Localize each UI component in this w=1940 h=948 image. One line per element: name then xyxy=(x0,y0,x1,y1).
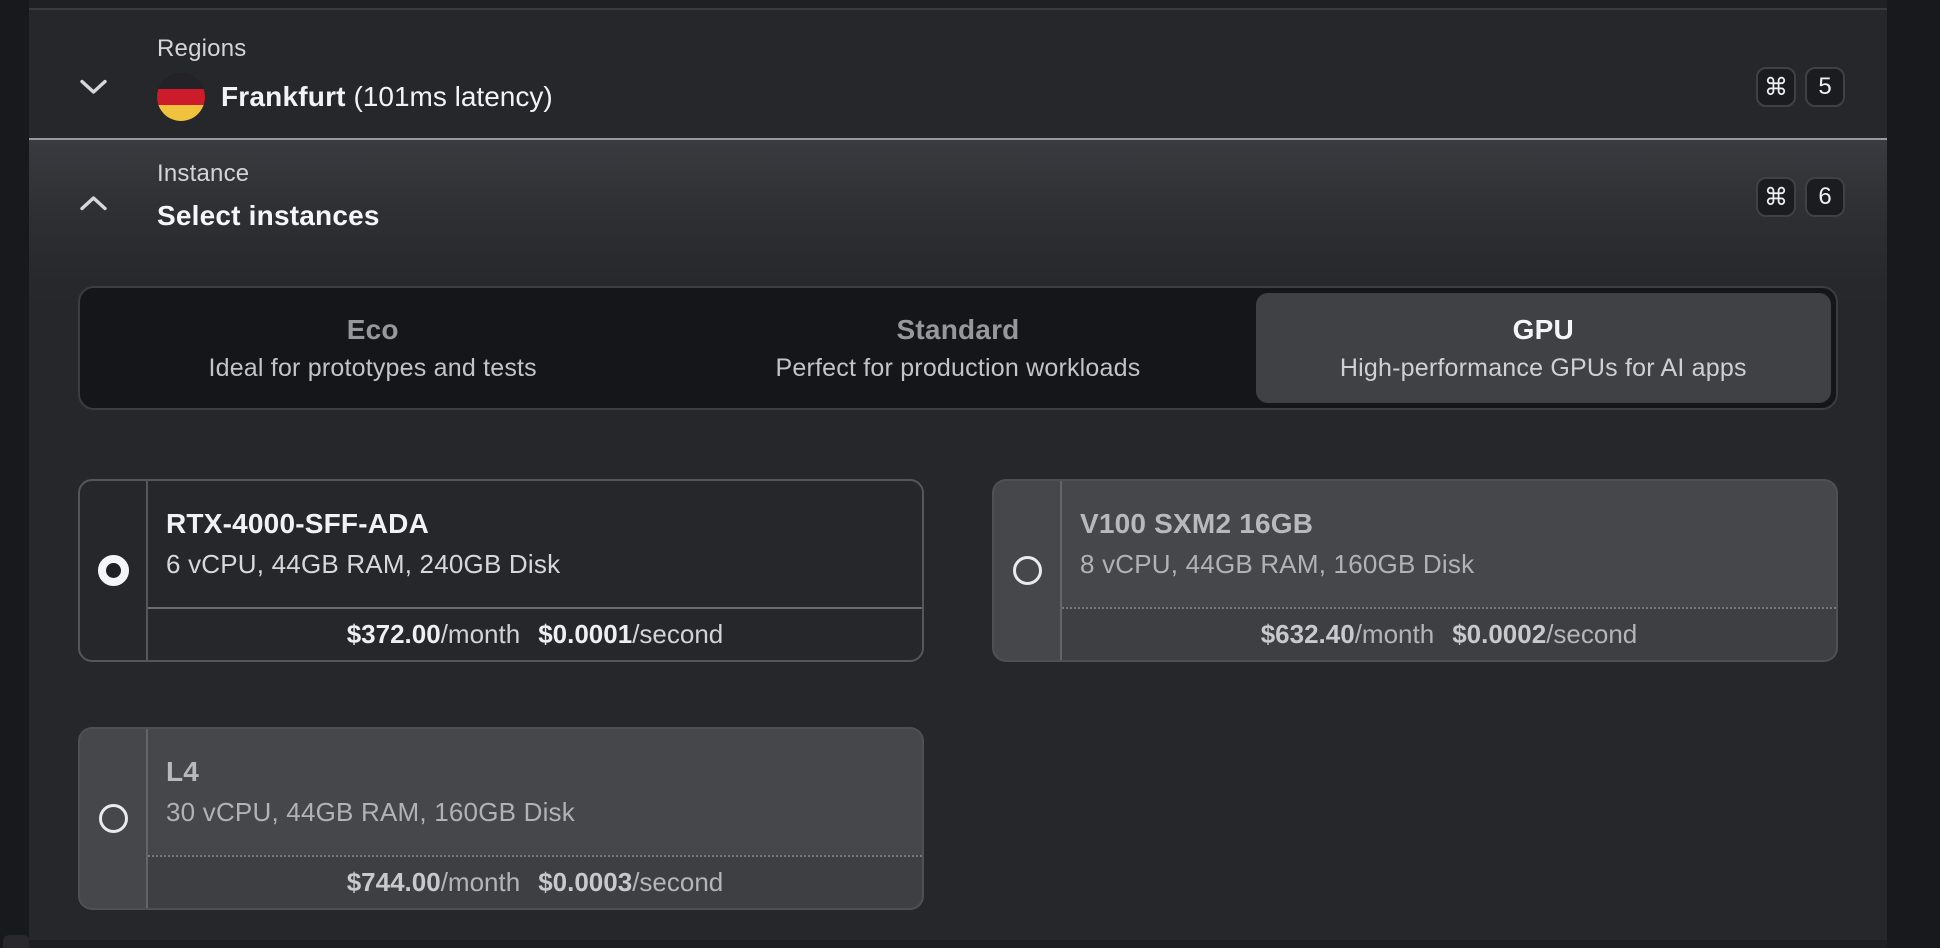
previous-section-edge xyxy=(29,0,1887,10)
per-second-price: $0.0003/second xyxy=(538,867,723,898)
shortcut-number-key: 6 xyxy=(1805,177,1845,217)
monthly-price: $372.00/month xyxy=(347,619,520,650)
radio-column xyxy=(994,481,1060,660)
instance-pricing: $744.00/month $0.0003/second xyxy=(148,855,922,908)
region-latency: (101ms latency) xyxy=(353,81,552,112)
monthly-price: $744.00/month xyxy=(347,867,520,898)
tab-standard-subtitle: Perfect for production workloads xyxy=(776,354,1141,383)
instance-shortcut: ⌘ 6 xyxy=(1756,177,1845,217)
regions-section-header[interactable]: Regions Frankfurt (101ms latency) ⌘ 5 xyxy=(29,10,1887,138)
instance-pricing: $372.00/month $0.0001/second xyxy=(148,607,922,660)
instance-card-rtx-4000-sff-ada[interactable]: RTX-4000-SFF-ADA 6 vCPU, 44GB RAM, 240GB… xyxy=(78,479,924,662)
radio-column xyxy=(80,729,146,908)
regions-header-text: Regions Frankfurt (101ms latency) xyxy=(157,36,553,121)
card-main: RTX-4000-SFF-ADA 6 vCPU, 44GB RAM, 240GB… xyxy=(146,481,922,660)
radio-unselected-icon[interactable] xyxy=(99,804,128,833)
tab-standard[interactable]: Standard Perfect for production workload… xyxy=(670,293,1245,403)
card-main: L4 30 vCPU, 44GB RAM, 160GB Disk $744.00… xyxy=(146,729,922,908)
chevron-up-icon[interactable] xyxy=(78,188,108,218)
region-city: Frankfurt xyxy=(221,81,346,112)
regions-shortcut: ⌘ 5 xyxy=(1756,67,1845,107)
instance-specs: 6 vCPU, 44GB RAM, 240GB Disk xyxy=(166,549,922,580)
selected-region-row: Frankfurt (101ms latency) xyxy=(157,73,553,121)
card-main: V100 SXM2 16GB 8 vCPU, 44GB RAM, 160GB D… xyxy=(1060,481,1836,660)
instance-specs: 8 vCPU, 44GB RAM, 160GB Disk xyxy=(1080,549,1836,580)
card-body: L4 30 vCPU, 44GB RAM, 160GB Disk xyxy=(148,729,922,855)
command-key-icon: ⌘ xyxy=(1756,177,1796,217)
tab-gpu-subtitle: High-performance GPUs for AI apps xyxy=(1340,354,1747,383)
instance-name: L4 xyxy=(166,756,922,788)
instance-card-l4[interactable]: L4 30 vCPU, 44GB RAM, 160GB Disk $744.00… xyxy=(78,727,924,910)
instance-type-tabs: Eco Ideal for prototypes and tests Stand… xyxy=(78,286,1838,410)
regions-label: Regions xyxy=(157,36,553,62)
shortcut-number-key: 5 xyxy=(1805,67,1845,107)
instance-card-grid: RTX-4000-SFF-ADA 6 vCPU, 44GB RAM, 240GB… xyxy=(78,479,1838,910)
instance-name: RTX-4000-SFF-ADA xyxy=(166,508,922,540)
right-edge-gutter xyxy=(1887,0,1940,948)
instance-section-title: Select instances xyxy=(157,200,380,232)
instance-specs: 30 vCPU, 44GB RAM, 160GB Disk xyxy=(166,797,922,828)
tab-eco[interactable]: Eco Ideal for prototypes and tests xyxy=(85,293,660,403)
card-body: RTX-4000-SFF-ADA 6 vCPU, 44GB RAM, 240GB… xyxy=(148,481,922,607)
instance-label: Instance xyxy=(157,161,380,187)
instance-section: Instance Select instances ⌘ 6 Eco Ideal … xyxy=(29,140,1887,946)
monthly-price: $632.40/month xyxy=(1261,619,1434,650)
germany-flag-icon xyxy=(157,73,205,121)
per-second-price: $0.0002/second xyxy=(1452,619,1637,650)
instance-name: V100 SXM2 16GB xyxy=(1080,508,1836,540)
radio-unselected-icon[interactable] xyxy=(1013,556,1042,585)
command-key-icon: ⌘ xyxy=(1756,67,1796,107)
left-edge-gutter xyxy=(0,0,29,948)
tab-gpu-title: GPU xyxy=(1513,314,1574,346)
per-second-price: $0.0001/second xyxy=(538,619,723,650)
radio-selected-icon[interactable] xyxy=(98,555,129,586)
instance-header-text: Instance Select instances xyxy=(157,161,380,232)
scrollbar-end[interactable] xyxy=(3,935,30,948)
chevron-down-icon[interactable] xyxy=(78,72,108,102)
next-section-edge xyxy=(29,940,1887,948)
tab-standard-title: Standard xyxy=(897,314,1020,346)
instance-pricing: $632.40/month $0.0002/second xyxy=(1062,607,1836,660)
selected-region-name: Frankfurt (101ms latency) xyxy=(221,73,553,121)
tab-eco-subtitle: Ideal for prototypes and tests xyxy=(208,354,536,383)
radio-column xyxy=(80,481,146,660)
instance-card-v100-sxm2-16gb[interactable]: V100 SXM2 16GB 8 vCPU, 44GB RAM, 160GB D… xyxy=(992,479,1838,662)
tab-gpu[interactable]: GPU High-performance GPUs for AI apps xyxy=(1256,293,1831,403)
tab-eco-title: Eco xyxy=(347,314,399,346)
deployment-config-panel: Regions Frankfurt (101ms latency) ⌘ 5 In… xyxy=(29,0,1887,948)
card-body: V100 SXM2 16GB 8 vCPU, 44GB RAM, 160GB D… xyxy=(1062,481,1836,607)
